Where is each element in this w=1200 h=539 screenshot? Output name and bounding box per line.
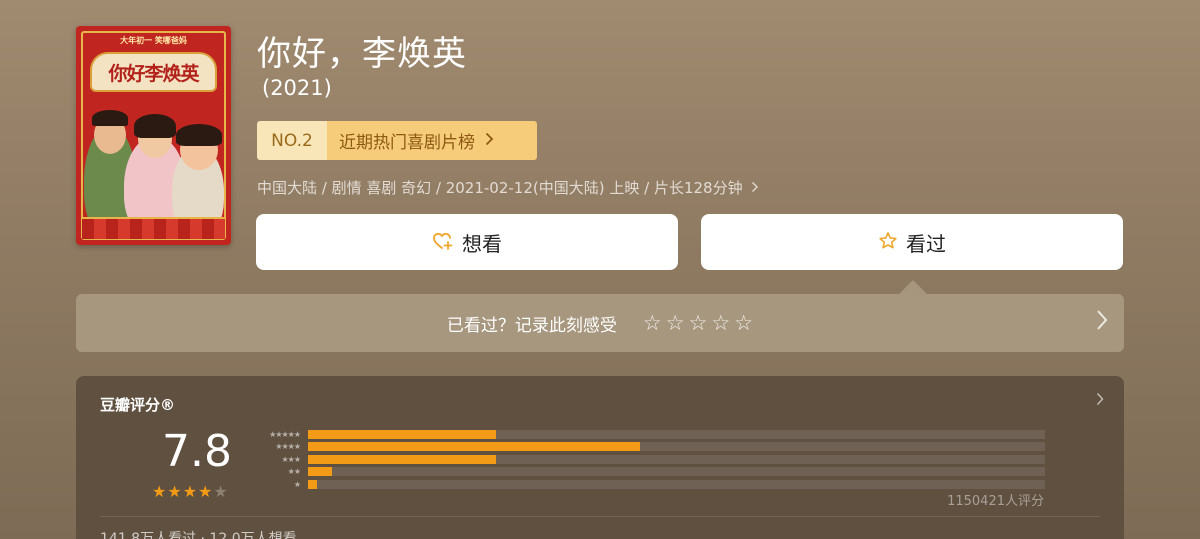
- rating-count: 1150421人评分: [947, 494, 1044, 509]
- distribution-row: ★★: [252, 466, 1045, 479]
- rank-list-link[interactable]: 近期热门喜剧片榜: [327, 121, 537, 160]
- distribution-row: ★★★★★: [252, 428, 1045, 441]
- distribution-bar: [308, 429, 496, 439]
- distribution-bar: [308, 442, 640, 452]
- rating-score: 7.8: [162, 426, 232, 477]
- star-empty-icon: ★: [213, 482, 228, 501]
- chevron-right-icon: [747, 179, 759, 197]
- distribution-row: ★: [252, 478, 1045, 491]
- star-outline-icon[interactable]: ☆: [689, 311, 708, 335]
- rating-stars: ★ ★ ★ ★ ★: [152, 482, 228, 501]
- chevron-right-icon: [485, 131, 494, 151]
- distribution-bar: [308, 454, 496, 464]
- heart-plus-icon: [432, 231, 454, 254]
- rank-number: NO.2: [257, 121, 327, 160]
- distribution-stars-label: ★: [293, 479, 301, 489]
- want-to-watch-button[interactable]: 想看: [256, 214, 678, 270]
- divider: [100, 516, 1100, 517]
- chevron-right-icon[interactable]: [1096, 308, 1108, 338]
- star-outline-icon: [878, 231, 898, 254]
- distribution-row: ★★★★: [252, 441, 1045, 454]
- distribution-bar: [308, 479, 317, 489]
- rating-distribution: ★★★★★ ★★★★ ★★★ ★★ ★: [252, 428, 1045, 491]
- star-outline-icon[interactable]: ☆: [643, 311, 662, 335]
- star-filled-icon: ★: [198, 482, 213, 501]
- distribution-row: ★★★: [252, 453, 1045, 466]
- watched-label: 看过: [906, 231, 946, 256]
- star-filled-icon: ★: [152, 482, 167, 501]
- distribution-stars-label: ★★: [287, 467, 301, 477]
- movie-meta-text: 中国大陆 / 剧情 喜剧 奇幻 / 2021-02-12(中国大陆) 上映 / …: [257, 179, 743, 197]
- chevron-right-icon[interactable]: [1096, 390, 1104, 411]
- rank-list-label: 近期热门喜剧片榜: [339, 133, 475, 153]
- rating-heading: 豆瓣评分®: [100, 396, 176, 414]
- record-question: 已看过？记录此刻感受: [446, 315, 617, 336]
- rating-stars-input[interactable]: ☆ ☆ ☆ ☆ ☆: [643, 311, 753, 335]
- watched-button[interactable]: 看过: [701, 214, 1123, 270]
- distribution-stars-label: ★★★: [281, 454, 301, 464]
- poster-title-banner: 你好李焕英: [90, 52, 217, 92]
- star-outline-icon[interactable]: ☆: [711, 311, 730, 335]
- distribution-track: [308, 479, 1045, 489]
- distribution-bar: [308, 467, 332, 477]
- star-filled-icon: ★: [167, 482, 182, 501]
- distribution-stars-label: ★★★★★: [269, 429, 301, 439]
- douban-rating-panel[interactable]: 豆瓣评分® 7.8 ★ ★ ★ ★ ★ ★★★★★ ★★★★ ★★★ ★★ ★ 1150421人…: [76, 376, 1124, 539]
- poster-tagline: 大年初一 笑哪爸妈: [120, 36, 187, 45]
- movie-year: (2021): [262, 76, 332, 100]
- distribution-stars-label: ★★★★: [275, 442, 301, 452]
- movie-poster[interactable]: 大年初一 笑哪爸妈 你好李焕英: [76, 26, 231, 245]
- star-outline-icon[interactable]: ☆: [734, 311, 753, 335]
- poster-stage: [82, 217, 225, 239]
- want-to-watch-label: 想看: [462, 231, 502, 256]
- watch-stats: 141.8万人看过 · 12.0万人想看: [100, 531, 297, 539]
- star-filled-icon: ★: [182, 482, 198, 501]
- distribution-track: [308, 442, 1045, 452]
- distribution-track: [308, 467, 1045, 477]
- callout-pointer: [899, 280, 927, 294]
- ranking-badge[interactable]: NO.2 近期热门喜剧片榜: [257, 121, 537, 160]
- star-outline-icon[interactable]: ☆: [666, 311, 685, 335]
- movie-meta-info[interactable]: 中国大陆 / 剧情 喜剧 奇幻 / 2021-02-12(中国大陆) 上映 / …: [257, 177, 759, 198]
- movie-title: 你好，李焕英: [257, 34, 467, 74]
- record-feeling-bar[interactable]: 已看过？记录此刻感受 ☆ ☆ ☆ ☆ ☆: [76, 294, 1124, 352]
- distribution-track: [308, 429, 1045, 439]
- distribution-track: [308, 454, 1045, 464]
